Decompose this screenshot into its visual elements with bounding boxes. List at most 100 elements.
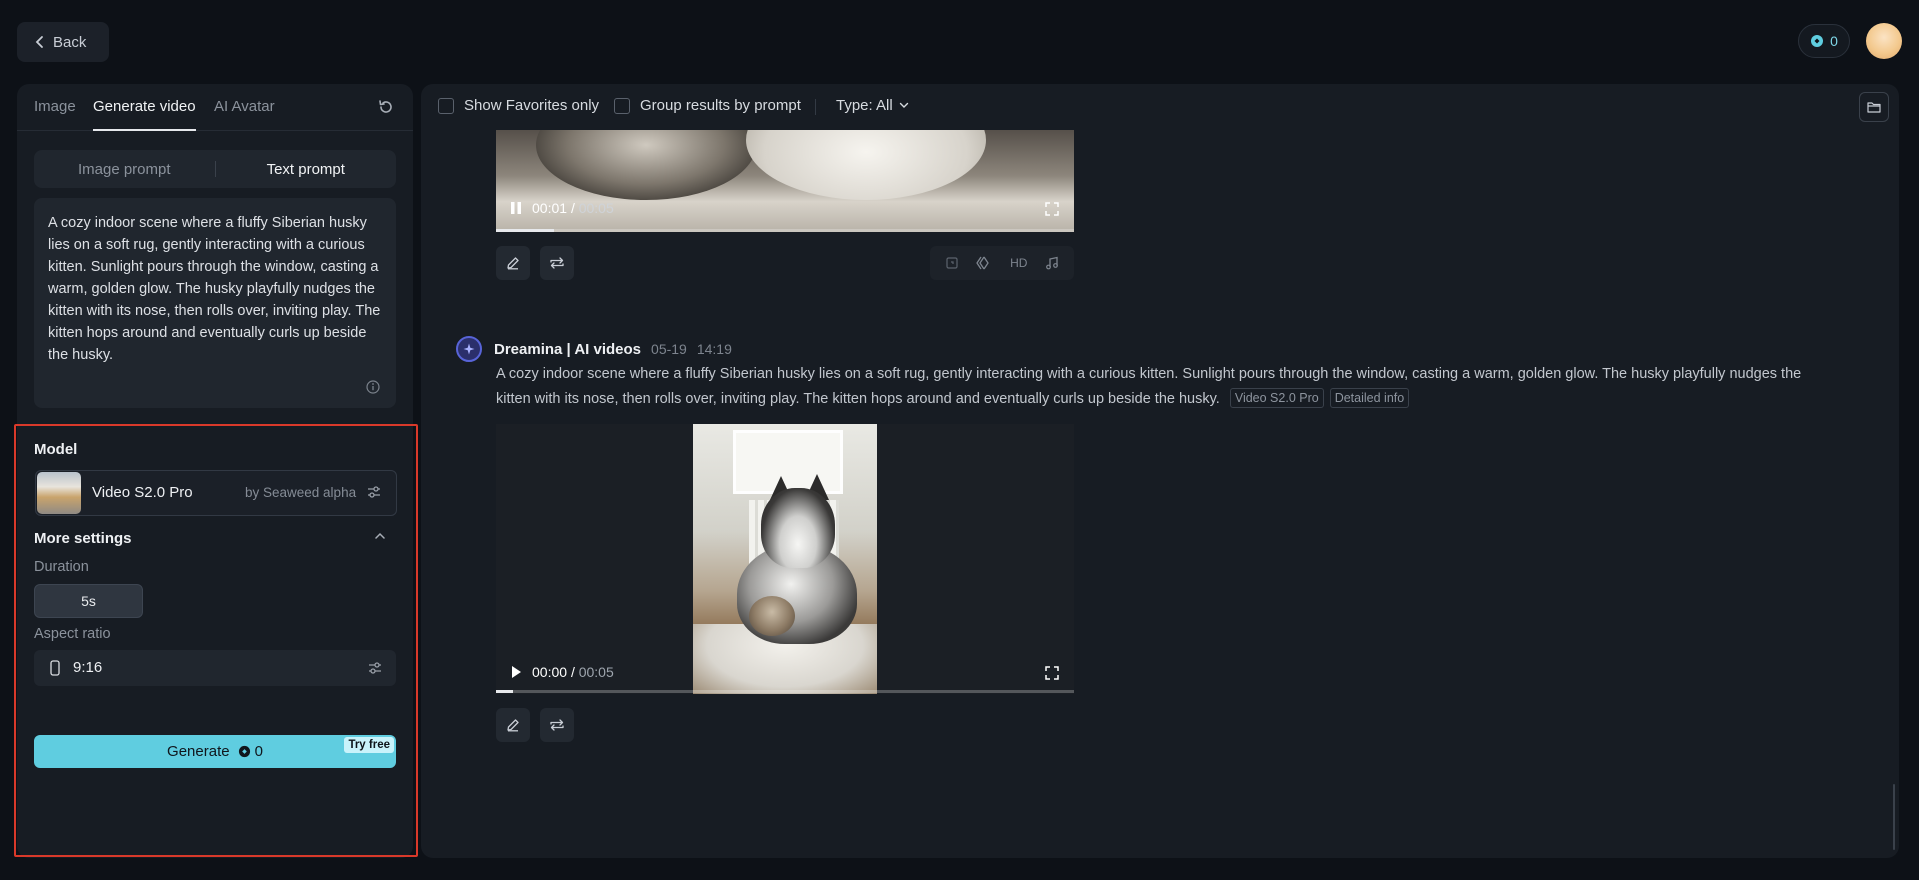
back-button[interactable]: Back xyxy=(17,22,109,62)
back-label: Back xyxy=(53,33,87,51)
pause-icon[interactable] xyxy=(510,201,522,215)
model-name: Video S2.0 Pro xyxy=(92,484,193,501)
user-avatar[interactable] xyxy=(1866,23,1902,59)
sliders-icon xyxy=(366,484,382,500)
regenerate-button[interactable] xyxy=(540,246,574,280)
video-tools: HD xyxy=(930,246,1074,280)
video2-progress-fill xyxy=(496,690,514,693)
model-tag[interactable]: Video S2.0 Pro xyxy=(1229,388,1324,408)
crop-icon[interactable] xyxy=(945,256,959,270)
regenerate-button[interactable] xyxy=(540,708,574,742)
video1-progress-fill xyxy=(496,229,554,232)
pencil-icon xyxy=(506,718,520,732)
fullscreen-icon[interactable] xyxy=(1045,666,1059,680)
folder-icon xyxy=(1867,101,1881,113)
results-panel: Show Favorites only Group results by pro… xyxy=(421,84,1899,858)
folder-button[interactable] xyxy=(1859,92,1889,122)
credit-icon xyxy=(1810,34,1824,48)
chevron-left-icon xyxy=(35,35,45,49)
credit-icon xyxy=(238,745,251,758)
info-icon[interactable] xyxy=(366,380,380,394)
generate-cost-value: 0 xyxy=(254,743,263,760)
aspect-ratio-label: Aspect ratio xyxy=(34,626,111,642)
generate-label: Generate xyxy=(167,743,230,760)
text-prompt-option[interactable]: Text prompt xyxy=(216,161,397,178)
entry-time: 14:19 xyxy=(696,341,732,357)
result-entry-header: Dreamina | AI videos 05-19 14:19 xyxy=(456,336,732,362)
aspect-ratio-selector[interactable]: 9:16 xyxy=(34,650,396,686)
video-player-1[interactable]: 00:01 / 00:05 xyxy=(496,130,1074,232)
image-prompt-option[interactable]: Image prompt xyxy=(34,161,215,178)
chevron-down-icon xyxy=(899,102,909,109)
repeat-icon xyxy=(549,718,565,732)
husky-image-area xyxy=(746,130,986,200)
kitten-image-area xyxy=(749,596,795,636)
type-filter-dropdown[interactable]: Type: All xyxy=(836,97,909,114)
video1-time: 00:01 / 00:05 xyxy=(532,200,614,216)
prompt-textarea[interactable]: A cozy indoor scene where a fluffy Siber… xyxy=(34,198,396,408)
video2-duration: 00:05 xyxy=(578,664,614,680)
credit-count: 0 xyxy=(1830,33,1838,49)
frame-interpolate-icon[interactable] xyxy=(976,256,992,270)
hd-upscale-button[interactable]: HD xyxy=(1010,256,1027,270)
model-label: Model xyxy=(34,441,78,458)
entry-source-name: Dreamina | AI videos xyxy=(494,340,642,358)
video1-progress-bar[interactable] xyxy=(496,229,1074,232)
generation-panel: Image Generate video AI Avatar Image pro… xyxy=(14,84,418,858)
video2-time: 00:00 / 00:05 xyxy=(532,664,614,680)
scrollbar[interactable] xyxy=(1893,784,1895,850)
type-filter-label: Type: All xyxy=(836,97,893,114)
tab-generate-video[interactable]: Generate video xyxy=(93,98,196,115)
video1-duration: 00:05 xyxy=(578,200,614,216)
model-selector[interactable]: Video S2.0 Pro by Seaweed alpha xyxy=(35,470,397,516)
group-by-prompt-filter[interactable]: Group results by prompt xyxy=(614,97,801,114)
model-thumbnail xyxy=(37,472,81,514)
duration-label: Duration xyxy=(34,559,89,575)
video2-current-time: 00:00 xyxy=(532,664,568,680)
credits-badge[interactable]: 0 xyxy=(1798,24,1850,58)
duration-option-5s[interactable]: 5s xyxy=(34,584,143,618)
entry-prompt-text: A cozy indoor scene where a fluffy Siber… xyxy=(496,366,1802,407)
video-player-2[interactable]: 00:00 / 00:05 xyxy=(496,424,1074,694)
active-tab-indicator xyxy=(93,129,196,131)
tab-ai-avatar[interactable]: AI Avatar xyxy=(214,98,275,115)
play-icon[interactable] xyxy=(510,665,522,679)
favorites-filter[interactable]: Show Favorites only xyxy=(438,97,599,114)
mode-tabs: Image Generate video AI Avatar xyxy=(17,84,413,131)
favorites-checkbox[interactable] xyxy=(438,97,454,114)
tab-image[interactable]: Image xyxy=(34,98,76,115)
reset-icon[interactable] xyxy=(377,98,395,116)
filter-divider xyxy=(815,99,816,115)
chevron-up-icon[interactable] xyxy=(374,532,386,540)
phone-icon xyxy=(50,660,60,676)
prompt-text: A cozy indoor scene where a fluffy Siber… xyxy=(48,215,385,363)
model-provider: by Seaweed alpha xyxy=(245,485,357,500)
husky-head-image-area xyxy=(761,488,835,568)
filter-bar: Show Favorites only Group results by pro… xyxy=(421,84,1899,130)
dreamina-logo-icon xyxy=(456,336,482,362)
video1-controls: 00:01 / 00:05 xyxy=(510,200,614,216)
group-checkbox[interactable] xyxy=(614,97,630,114)
entry-date: 05-19 xyxy=(651,341,687,357)
video2-progress-bar[interactable] xyxy=(496,690,1074,693)
sliders-icon xyxy=(367,660,383,676)
fullscreen-icon[interactable] xyxy=(1045,202,1059,216)
entry-prompt: A cozy indoor scene where a fluffy Siber… xyxy=(496,362,1826,412)
video2-controls: 00:00 / 00:05 xyxy=(510,664,614,680)
favorites-label: Show Favorites only xyxy=(464,97,600,114)
edit-button[interactable] xyxy=(496,246,530,280)
more-settings-label: More settings xyxy=(34,530,132,547)
detailed-info-tag[interactable]: Detailed info xyxy=(1329,388,1410,408)
aspect-ratio-value: 9:16 xyxy=(73,659,103,676)
repeat-icon xyxy=(549,256,565,270)
kitten-image-area xyxy=(536,130,756,200)
pencil-icon xyxy=(506,256,520,270)
video1-current-time: 00:01 xyxy=(532,200,568,216)
edit-button[interactable] xyxy=(496,708,530,742)
generate-button[interactable]: Generate 0 Try free xyxy=(34,735,396,768)
music-icon[interactable] xyxy=(1045,256,1059,270)
group-label: Group results by prompt xyxy=(640,97,801,114)
video2-time-separator: / xyxy=(570,664,575,680)
try-free-badge: Try free xyxy=(344,737,394,753)
generate-cost: 0 xyxy=(238,743,263,760)
